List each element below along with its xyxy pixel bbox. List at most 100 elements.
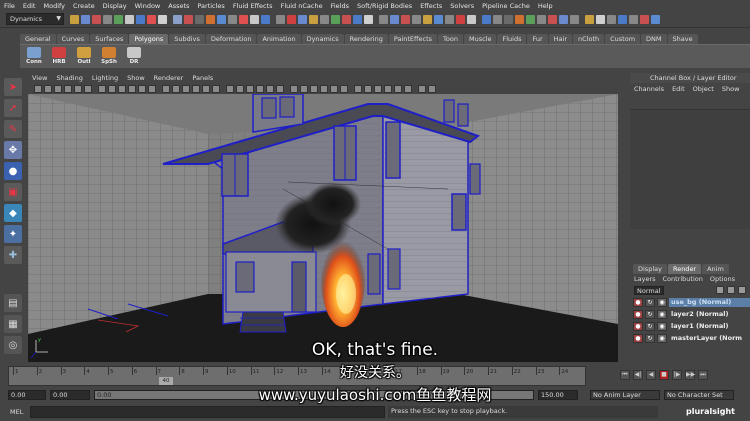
layer-tab-render[interactable]: Render: [667, 264, 702, 274]
shelf-tab-muscle[interactable]: Muscle: [463, 34, 497, 44]
shelf-tab-dynamics[interactable]: Dynamics: [301, 34, 344, 44]
shelf-tab-dnm[interactable]: DNM: [641, 34, 667, 44]
shelf-tab-curves[interactable]: Curves: [56, 34, 90, 44]
status-tool-icon[interactable]: [379, 15, 388, 24]
menu-edit[interactable]: Edit: [23, 2, 36, 10]
status-tool-icon[interactable]: [526, 15, 535, 24]
viewport-menu-lighting[interactable]: Lighting: [92, 74, 118, 82]
shelf-tab-painteffects[interactable]: PaintEffects: [388, 34, 438, 44]
channel-menu-object[interactable]: Object: [693, 85, 714, 93]
status-tool-icon[interactable]: [401, 15, 410, 24]
shelf-button-dr[interactable]: DR: [123, 46, 145, 68]
status-tool-icon[interactable]: [607, 15, 616, 24]
status-tool-icon[interactable]: [515, 15, 524, 24]
menu-soft-rigid-bodies[interactable]: Soft/Rigid Bodies: [357, 2, 412, 10]
shelf-tab-deformation[interactable]: Deformation: [205, 34, 257, 44]
viewport-tool-icon[interactable]: [354, 84, 362, 93]
status-tool-icon[interactable]: [92, 15, 101, 24]
shelf-tab-custom[interactable]: Custom: [605, 34, 641, 44]
viewport-tool-icon[interactable]: [108, 84, 116, 93]
layer-row[interactable]: ● ↻ ◉ layer1 (Normal): [633, 321, 750, 332]
recycle-icon[interactable]: ↻: [645, 322, 655, 331]
viewport-tool-icon[interactable]: [128, 84, 136, 93]
viewport-tool-icon[interactable]: [276, 84, 284, 93]
viewport-tool-icon[interactable]: [300, 84, 308, 93]
status-tool-icon[interactable]: [390, 15, 399, 24]
status-tool-icon[interactable]: [217, 15, 226, 24]
viewport-tool-icon[interactable]: [192, 84, 200, 93]
viewport-tool-icon[interactable]: [290, 84, 298, 93]
menu-fluid-effects[interactable]: Fluid Effects: [233, 2, 273, 10]
viewport-tool-icon[interactable]: [98, 84, 106, 93]
status-tool-icon[interactable]: [467, 15, 476, 24]
show-manip-tool-icon[interactable]: ✚: [4, 246, 22, 264]
menu-particles[interactable]: Particles: [197, 2, 224, 10]
viewport-tool-icon[interactable]: [320, 84, 328, 93]
status-tool-icon[interactable]: [445, 15, 454, 24]
settings-icon[interactable]: ◉: [657, 298, 667, 307]
viewport-tool-icon[interactable]: [118, 84, 126, 93]
viewport-tool-icon[interactable]: [64, 84, 72, 93]
shelf-button-hrb[interactable]: HRB: [48, 46, 70, 68]
viewport-tool-icon[interactable]: [212, 84, 220, 93]
layer-row[interactable]: ● ↻ ◉ layer2 (Normal): [633, 309, 750, 320]
blend-mode-select[interactable]: Normal: [634, 285, 664, 295]
status-tool-icon[interactable]: [173, 15, 182, 24]
mode-selector[interactable]: Dynamics ▼: [6, 13, 64, 25]
status-tool-icon[interactable]: [195, 15, 204, 24]
status-tool-icon[interactable]: [320, 15, 329, 24]
channel-menu-channels[interactable]: Channels: [634, 85, 664, 93]
viewport-tool-icon[interactable]: [54, 84, 62, 93]
layer-row[interactable]: ● ↻ ◉ use_bg (Normal): [633, 297, 750, 308]
viewport-tool-icon[interactable]: [138, 84, 146, 93]
viewport-tool-icon[interactable]: [330, 84, 338, 93]
shelf-button-outl[interactable]: Outl: [73, 46, 95, 68]
render-toggle-icon[interactable]: ●: [633, 322, 643, 331]
status-tool-icon[interactable]: [537, 15, 546, 24]
layout-single-icon[interactable]: ▤: [4, 294, 22, 312]
viewport-menu-show[interactable]: Show: [127, 74, 145, 82]
status-tool-icon[interactable]: [423, 15, 432, 24]
viewport-tool-icon[interactable]: [236, 84, 244, 93]
status-tool-icon[interactable]: [331, 15, 340, 24]
shelf-tab-toon[interactable]: Toon: [438, 34, 463, 44]
shelf-tab-hair[interactable]: Hair: [548, 34, 573, 44]
status-tool-icon[interactable]: [364, 15, 373, 24]
settings-icon[interactable]: ◉: [657, 310, 667, 319]
command-line-input[interactable]: [30, 406, 385, 418]
shelf-tab-subdivs[interactable]: Subdivs: [169, 34, 205, 44]
status-tool-icon[interactable]: [287, 15, 296, 24]
shelf-button-conn[interactable]: Conn: [23, 46, 45, 68]
status-tool-icon[interactable]: [250, 15, 259, 24]
viewport-tool-icon[interactable]: [84, 84, 92, 93]
status-tool-icon[interactable]: [651, 15, 660, 24]
status-tool-icon[interactable]: [342, 15, 351, 24]
channel-box-panel[interactable]: [630, 109, 750, 229]
viewport-tool-icon[interactable]: [364, 84, 372, 93]
viewport-tool-icon[interactable]: [340, 84, 348, 93]
status-tool-icon[interactable]: [81, 15, 90, 24]
render-settings-icon[interactable]: [738, 286, 746, 294]
shelf-tab-shave[interactable]: Shave: [667, 34, 698, 44]
menu-fields[interactable]: Fields: [331, 2, 349, 10]
settings-icon[interactable]: ◉: [657, 322, 667, 331]
channel-menu-show[interactable]: Show: [722, 85, 740, 93]
status-tool-icon[interactable]: [559, 15, 568, 24]
menu-window[interactable]: Window: [135, 2, 161, 10]
render-toggle-icon[interactable]: ●: [633, 298, 643, 307]
shelf-tab-animation[interactable]: Animation: [257, 34, 301, 44]
new-layer-from-selection-icon[interactable]: [727, 286, 735, 294]
viewport-tool-icon[interactable]: [34, 84, 42, 93]
menu-file[interactable]: File: [4, 2, 15, 10]
menu-solvers[interactable]: Solvers: [450, 2, 474, 10]
viewport-tool-icon[interactable]: [172, 84, 180, 93]
status-tool-icon[interactable]: [206, 15, 215, 24]
status-tool-icon[interactable]: [412, 15, 421, 24]
status-tool-icon[interactable]: [640, 15, 649, 24]
viewport-tool-icon[interactable]: [404, 84, 412, 93]
shelf-tab-fur[interactable]: Fur: [527, 34, 548, 44]
layer-tab-display[interactable]: Display: [633, 264, 667, 274]
viewport-tool-icon[interactable]: [394, 84, 402, 93]
status-tool-icon[interactable]: [136, 15, 145, 24]
menu-display[interactable]: Display: [103, 2, 127, 10]
